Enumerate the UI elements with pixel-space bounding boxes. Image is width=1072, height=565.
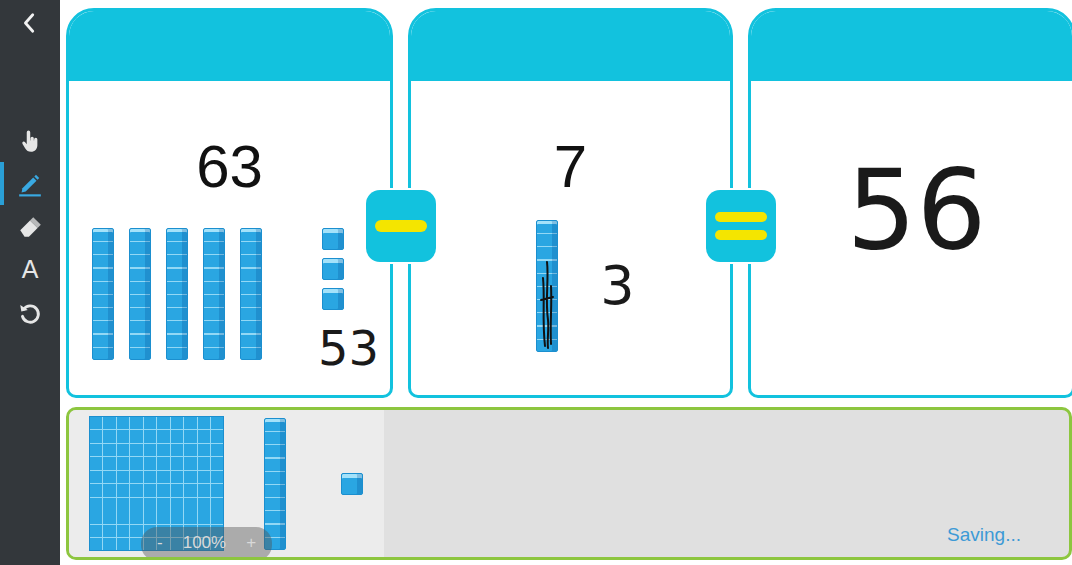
zoom-control: -100% +: [141, 527, 272, 560]
equation-card: 73: [408, 8, 733, 398]
rod-slot: [129, 228, 151, 360]
work-area: 53: [69, 228, 390, 372]
ten-rod[interactable]: [203, 228, 225, 360]
ten-rods: [536, 220, 558, 352]
handwritten-note: 56: [847, 155, 987, 265]
workspace: 63537356 Saving...-100%+: [60, 0, 1072, 565]
card-number: 63: [196, 137, 263, 197]
back-arrow-icon: [19, 12, 41, 34]
card-body: 73: [411, 81, 730, 352]
tool-button[interactable]: [0, 205, 60, 248]
eraser-icon: [17, 214, 43, 240]
tool-button[interactable]: [0, 119, 60, 162]
zoom-level: 100%: [183, 533, 226, 553]
card-header: [751, 11, 1072, 81]
unit-cube[interactable]: [322, 228, 344, 250]
text-tool-label: A: [22, 257, 39, 282]
ten-rod[interactable]: [264, 418, 286, 550]
card-header: [69, 11, 390, 81]
zoom-out-button[interactable]: -: [157, 533, 163, 553]
equals-sign[interactable]: [706, 190, 776, 262]
sign-bar: [715, 230, 767, 240]
work-area: 3: [411, 220, 730, 352]
rod-slot: [92, 228, 114, 360]
zoom-in-button[interactable]: +: [246, 533, 256, 553]
ten-rod[interactable]: [166, 228, 188, 360]
card-number: 7: [554, 137, 587, 197]
block-tray: Saving... -100% +: [66, 407, 1072, 560]
tool-button[interactable]: A: [0, 248, 60, 291]
tool-button[interactable]: [0, 162, 60, 205]
rod-slot: [166, 228, 188, 360]
sign-bar: [715, 212, 767, 222]
tool-sidebar: A: [0, 0, 60, 565]
hand-pointer-icon-svg: [17, 128, 43, 154]
work-area: 56: [751, 155, 1072, 265]
rod-slot: [240, 228, 262, 360]
ten-rod[interactable]: [129, 228, 151, 360]
undo-icon: [17, 300, 43, 326]
scribble-mark-icon: [537, 260, 557, 350]
tool-button[interactable]: [0, 291, 60, 334]
tool-list: A: [0, 119, 60, 334]
ten-rod[interactable]: [92, 228, 114, 360]
handwritten-note: 3: [600, 259, 634, 313]
saving-status: Saving...: [947, 524, 1021, 547]
back-button[interactable]: [0, 0, 60, 45]
pen-icon-svg: [17, 171, 43, 197]
unit-cube[interactable]: [322, 258, 344, 280]
equation-strip: 63537356: [66, 8, 1072, 398]
equation-card: 56: [748, 8, 1072, 398]
undo-icon-svg: [17, 300, 43, 326]
handwritten-note: 53: [318, 324, 379, 372]
rod-slot: [203, 228, 225, 360]
app-shell: A 63537356 Saving...-100%+: [0, 0, 1072, 565]
ten-rod[interactable]: [240, 228, 262, 360]
back-arrow-icon-svg: [19, 12, 41, 34]
scribble-mark-icon-svg: [537, 260, 557, 350]
sign-bar: [375, 220, 427, 232]
hand-pointer-icon: [17, 128, 43, 154]
unit-cube[interactable]: [322, 288, 344, 310]
operator-slot: [393, 8, 408, 398]
operator-slot: [733, 8, 748, 398]
pen-icon: [17, 171, 43, 197]
card-body: 63 53: [69, 81, 390, 372]
card-header: [411, 11, 730, 81]
minus-sign[interactable]: [366, 190, 436, 262]
equation-card: 63 53: [66, 8, 393, 398]
eraser-icon-svg: [17, 214, 43, 240]
card-body: 56: [751, 81, 1072, 265]
unit-cube[interactable]: [341, 473, 363, 495]
rod-slot: [536, 220, 558, 352]
unit-cubes: [322, 228, 344, 310]
ten-rods: [92, 228, 262, 360]
